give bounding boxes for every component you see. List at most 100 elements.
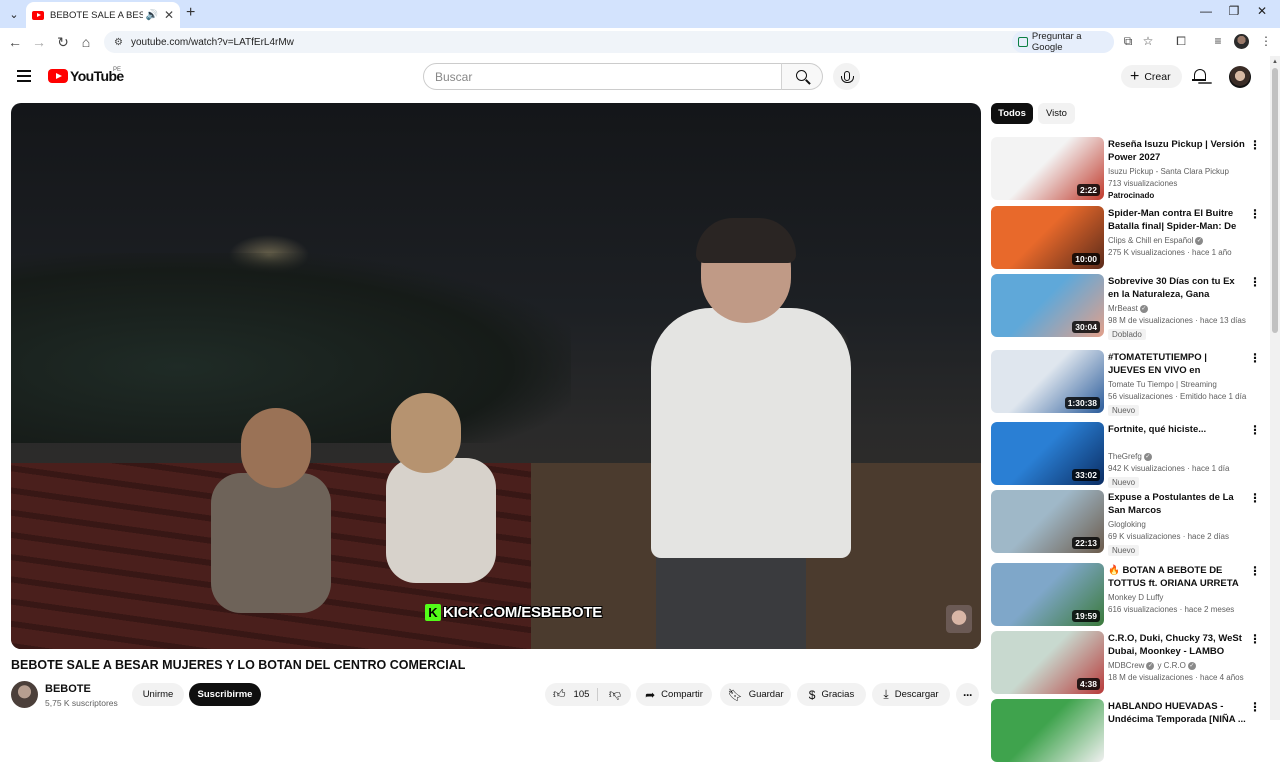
- scene-woman-right-head: [391, 393, 461, 473]
- recommendation-channel[interactable]: Monkey D Luffy: [1108, 593, 1163, 602]
- recommendation-item[interactable]: 33:02 Fortnite, qué hiciste... TheGrefg ✓ 94…: [991, 422, 1266, 488]
- tab-title: BEBOTE SALE A BESAR MUJERES Y LO BOTAN D…: [50, 9, 144, 21]
- video-thumbnail[interactable]: 2:22: [991, 137, 1104, 200]
- video-thumbnail[interactable]: 22:13: [991, 490, 1104, 553]
- site-info-icon[interactable]: ⚙: [114, 37, 123, 48]
- recommendation-views: 69 K visualizaciones · hace 2 días: [1108, 532, 1229, 541]
- youtube-favicon-icon: [32, 10, 44, 20]
- recommendation-title[interactable]: Fortnite, qué hiciste...: [1108, 423, 1246, 436]
- recommendation-item[interactable]: 22:13 Expuse a Postulantes de La San Marc…: [991, 490, 1266, 556]
- window-restore-button[interactable]: ❐: [1224, 4, 1244, 18]
- voice-search-button[interactable]: [833, 63, 860, 90]
- video-thumbnail[interactable]: 30:04: [991, 274, 1104, 337]
- recommendation-item[interactable]: 2:22 Reseña Isuzu Pickup | Versión Power …: [991, 137, 1266, 200]
- recommendation-item[interactable]: HABLANDO HUEVADAS - Undécima Temporada […: [991, 699, 1266, 762]
- kebab-menu-icon[interactable]: ⋮: [1249, 276, 1261, 288]
- extensions-icon[interactable]: ⧠: [1173, 34, 1189, 49]
- scroll-up-arrow-icon[interactable]: ▲: [1272, 59, 1278, 65]
- browser-profile-avatar[interactable]: [1234, 34, 1249, 49]
- new-tab-button[interactable]: +: [186, 4, 195, 22]
- video-thumbnail[interactable]: 1:30:38: [991, 350, 1104, 413]
- download-button[interactable]: ⤓ Descargar: [872, 683, 950, 706]
- recommendation-channel[interactable]: Isuzu Pickup - Santa Clara Pickup: [1108, 167, 1229, 176]
- browser-menu-icon[interactable]: ⋮: [1258, 34, 1274, 48]
- home-icon[interactable]: ⌂: [77, 33, 95, 51]
- recommendation-channel[interactable]: Glogloking: [1108, 520, 1146, 529]
- kebab-menu-icon[interactable]: ⋮: [1249, 565, 1261, 577]
- account-avatar[interactable]: [1229, 66, 1251, 88]
- search-input[interactable]: [435, 69, 755, 84]
- kebab-menu-icon[interactable]: ⋮: [1249, 492, 1261, 504]
- recommendation-item[interactable]: 10:00 Spider-Man contra El Buitre Batalla…: [991, 206, 1266, 269]
- address-bar[interactable]: ⚙ youtube.com/watch?v=LATfErL4rMw Pregun…: [104, 31, 1114, 53]
- recommendation-item[interactable]: 19:59 🔥 BOTAN A BEBOTE DE TOTTUS ft. ORIA…: [991, 563, 1266, 626]
- media-controls-icon[interactable]: ≡: [1210, 34, 1226, 48]
- create-button[interactable]: + Crear: [1121, 65, 1182, 88]
- recommendation-channel[interactable]: Clips & Chill en Español ✓: [1108, 236, 1204, 245]
- kebab-menu-icon[interactable]: ⋮: [1249, 633, 1261, 645]
- search-box[interactable]: [423, 63, 782, 90]
- recommendation-title[interactable]: Spider-Man contra El Buitre Batalla fina…: [1108, 207, 1246, 233]
- recommendation-channel[interactable]: MDBCrew ✓ y C.R.O ✓: [1108, 661, 1196, 670]
- guide-menu-icon[interactable]: [17, 70, 31, 82]
- recommendation-title[interactable]: Reseña Isuzu Pickup | Versión Power 2027: [1108, 138, 1246, 164]
- tab-close-icon[interactable]: ✕: [164, 8, 174, 22]
- back-arrow-icon[interactable]: ←: [6, 33, 24, 51]
- recommendation-title[interactable]: Sobrevive 30 Días con tu Ex en la Natura…: [1108, 275, 1246, 301]
- tab-search-menu-button[interactable]: ⌄: [4, 4, 24, 24]
- channel-name[interactable]: BEBOTE: [45, 683, 91, 695]
- recommendation-title[interactable]: #TOMATETUTIEMPO | JUEVES EN VIVO en AUTO…: [1108, 351, 1246, 377]
- video-player[interactable]: K KICK.COM/ESBEBOTE: [11, 103, 981, 649]
- chip-watched[interactable]: Visto: [1038, 103, 1075, 124]
- video-thumbnail[interactable]: 19:59: [991, 563, 1104, 626]
- recommendation-item[interactable]: 1:30:38 #TOMATETUTIEMPO | JUEVES EN VIVO …: [991, 350, 1266, 416]
- page-scrollbar[interactable]: ▲: [1270, 56, 1280, 720]
- bookmark-star-icon[interactable]: ☆: [1140, 34, 1156, 48]
- chip-all[interactable]: Todos: [991, 103, 1033, 124]
- like-button[interactable]: 👍︎ 105: [545, 683, 597, 706]
- kebab-menu-icon[interactable]: ⋮: [1249, 701, 1261, 713]
- install-app-icon[interactable]: ⧉: [1120, 34, 1136, 49]
- kebab-menu-icon[interactable]: ⋮: [1249, 139, 1261, 151]
- recommendation-badge: Nuevo: [1108, 545, 1140, 556]
- recommendation-title[interactable]: Expuse a Postulantes de La San Marcos: [1108, 491, 1246, 517]
- recommendation-channel[interactable]: TheGrefg ✓: [1108, 452, 1152, 461]
- url-text: youtube.com/watch?v=LATfErL4rMw: [130, 36, 294, 48]
- join-button[interactable]: Unirme: [132, 683, 184, 706]
- thanks-button[interactable]: $ Gracias: [797, 683, 866, 706]
- channel-name-text: Clips & Chill en Español: [1108, 236, 1194, 245]
- browser-tab-active[interactable]: BEBOTE SALE A BESAR MUJERES Y LO BOTAN D…: [26, 2, 180, 28]
- dislike-button[interactable]: 👎︎: [601, 683, 629, 706]
- kebab-menu-icon[interactable]: ⋮: [1249, 424, 1261, 436]
- recommendation-title[interactable]: HABLANDO HUEVADAS - Undécima Temporada […: [1108, 700, 1246, 726]
- recommendation-channel[interactable]: MrBeast ✓: [1108, 304, 1148, 313]
- forward-arrow-icon[interactable]: →: [30, 33, 48, 51]
- scroll-thumb[interactable]: [1272, 68, 1278, 333]
- recommendation-title[interactable]: C.R.O, Duki, Chucky 73, WeSt Dubai, Moon…: [1108, 632, 1246, 658]
- video-thumbnail[interactable]: 10:00: [991, 206, 1104, 269]
- recommendation-channel[interactable]: Tomate Tu Tiempo | Streaming: [1108, 380, 1217, 389]
- share-button[interactable]: ➦ Compartir: [636, 683, 712, 706]
- notifications-bell-icon[interactable]: [1192, 69, 1207, 84]
- channel-watermark-avatar[interactable]: [946, 605, 972, 633]
- kebab-menu-icon[interactable]: ⋮: [1249, 208, 1261, 220]
- video-thumbnail[interactable]: 4:38: [991, 631, 1104, 694]
- search-button[interactable]: [781, 63, 823, 90]
- channel-avatar[interactable]: [11, 681, 38, 708]
- save-button[interactable]: 🔖︎ Guardar: [720, 683, 791, 706]
- kebab-menu-icon[interactable]: ⋮: [1249, 352, 1261, 364]
- video-duration: 22:13: [1072, 537, 1100, 549]
- recommendation-title[interactable]: 🔥 BOTAN A BEBOTE DE TOTTUS ft. ORIANA UR…: [1108, 564, 1246, 590]
- reload-icon[interactable]: ↻: [54, 33, 72, 51]
- window-minimize-button[interactable]: —: [1196, 4, 1216, 18]
- video-thumbnail[interactable]: [991, 699, 1104, 762]
- recommendation-item[interactable]: 4:38 C.R.O, Duki, Chucky 73, WeSt Dubai, …: [991, 631, 1266, 694]
- recommendation-item[interactable]: 30:04 Sobrevive 30 Días con tu Ex en la N…: [991, 274, 1266, 340]
- ask-google-button[interactable]: Preguntar a Google: [1012, 31, 1114, 53]
- subscribe-button[interactable]: Suscribirme: [189, 683, 261, 706]
- video-thumbnail[interactable]: 33:02: [991, 422, 1104, 485]
- window-close-button[interactable]: ✕: [1252, 4, 1272, 18]
- tab-audio-icon[interactable]: 🔊: [145, 10, 157, 21]
- more-actions-button[interactable]: ···: [956, 683, 979, 706]
- channel-name-text: TheGrefg: [1108, 452, 1142, 461]
